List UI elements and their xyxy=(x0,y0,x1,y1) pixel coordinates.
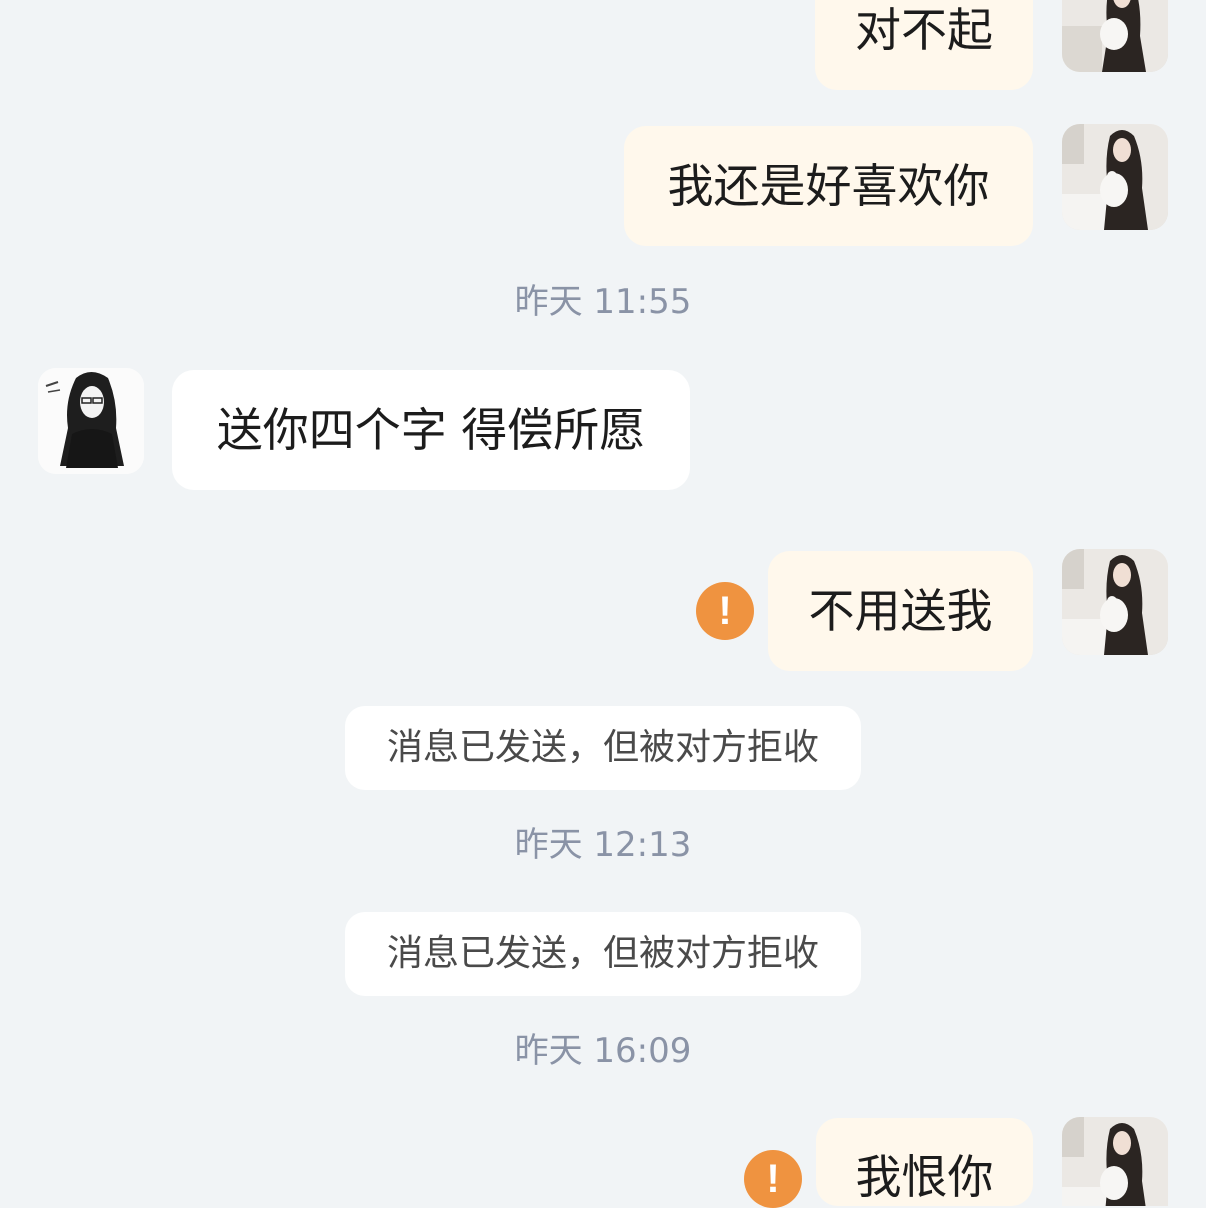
message-text: 送你四个字 得偿所愿 xyxy=(216,403,646,457)
timestamp: 昨天 12:13 xyxy=(514,825,692,865)
exclamation-circle-icon[interactable]: ! xyxy=(696,582,754,640)
system-notice-text: 消息已发送，但被对方拒收 xyxy=(386,727,819,768)
warning-glyph: ! xyxy=(718,588,732,633)
avatar-sketch xyxy=(38,368,144,474)
timestamp: 昨天 16:09 xyxy=(514,1031,692,1071)
contact-avatar[interactable] xyxy=(38,368,144,474)
message-text: 我恨你 xyxy=(855,1150,994,1204)
avatar-photo xyxy=(1062,0,1168,72)
message-bubble-outgoing[interactable]: 不用送我 xyxy=(768,551,1033,671)
message-bubble-outgoing[interactable]: 我还是好喜欢你 xyxy=(624,126,1033,246)
system-notice-text: 消息已发送，但被对方拒收 xyxy=(386,933,819,974)
my-avatar[interactable] xyxy=(1062,124,1168,230)
system-notice: 消息已发送，但被对方拒收 xyxy=(345,912,861,996)
message-text: 不用送我 xyxy=(808,584,993,638)
system-notice: 消息已发送，但被对方拒收 xyxy=(345,706,861,790)
avatar-photo xyxy=(1062,1117,1168,1206)
timestamp: 昨天 11:55 xyxy=(514,282,692,322)
exclamation-circle-icon[interactable]: ! xyxy=(744,1150,802,1208)
my-avatar[interactable] xyxy=(1062,1117,1168,1206)
avatar-photo xyxy=(1062,549,1168,655)
message-text: 对不起 xyxy=(855,3,993,57)
warning-glyph: ! xyxy=(766,1156,780,1201)
message-bubble-outgoing[interactable]: 我恨你 xyxy=(816,1118,1033,1206)
avatar-photo xyxy=(1062,124,1168,230)
message-bubble-outgoing[interactable]: 对不起 xyxy=(815,0,1033,90)
my-avatar[interactable] xyxy=(1062,549,1168,655)
my-avatar[interactable] xyxy=(1062,0,1168,72)
message-text: 我还是好喜欢你 xyxy=(667,159,990,213)
message-bubble-incoming[interactable]: 送你四个字 得偿所愿 xyxy=(172,370,690,490)
